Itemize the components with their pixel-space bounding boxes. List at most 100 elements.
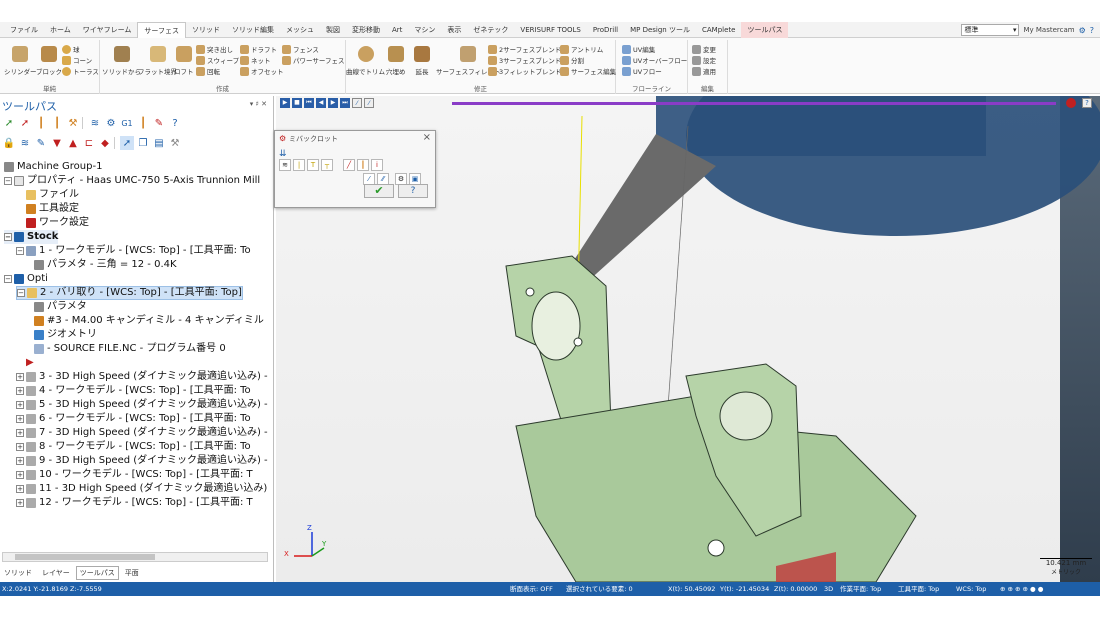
- uv-overflow-button[interactable]: UVオーバーフロー: [622, 55, 687, 65]
- close-icon[interactable]: ×: [423, 132, 431, 143]
- ribbon-tab[interactable]: ソリッド編集: [226, 22, 280, 38]
- x-coordinate[interactable]: X(t): 50.45092: [668, 582, 715, 596]
- collapse-toggle[interactable]: −: [4, 177, 12, 185]
- sphere-button[interactable]: 球: [62, 44, 80, 54]
- tree-op-11[interactable]: + 11 - 3D High Speed (ダイナミック最適追い込み) -: [16, 482, 270, 496]
- g1-icon[interactable]: G1: [120, 116, 134, 130]
- tree-machine-group[interactable]: Machine Group-1: [4, 160, 102, 174]
- tree-op-5[interactable]: + 5 - 3D High Speed (ダイナミック最適追い込み) -: [16, 398, 268, 412]
- tree-op-9[interactable]: + 9 - 3D High Speed (ダイナミック最適追い込み) -: [16, 454, 268, 468]
- dialog-help-button[interactable]: ?: [398, 184, 428, 198]
- z-coordinate[interactable]: Z(t): 0.00000: [774, 582, 817, 596]
- help-toolbar-icon[interactable]: ?: [168, 116, 182, 130]
- uv-edit-button[interactable]: UV編集: [622, 44, 655, 54]
- three-fillet-blend-button[interactable]: 3フィレットブレンド: [488, 66, 562, 76]
- expand-toggle[interactable]: +: [16, 499, 24, 507]
- backplot-progress-bar[interactable]: [452, 102, 1056, 105]
- select-tool-icon[interactable]: ┃: [34, 116, 48, 130]
- ribbon-tab[interactable]: ソリッド: [186, 22, 226, 38]
- collapse-toggle[interactable]: −: [4, 275, 12, 283]
- loft-button[interactable]: ロフト: [174, 46, 194, 76]
- show-selected-icon[interactable]: ➚: [120, 136, 134, 150]
- verify-icon[interactable]: ⚙: [104, 116, 118, 130]
- stop-icon[interactable]: ■: [292, 98, 302, 108]
- uv-flow-button[interactable]: UVフロー: [622, 66, 662, 76]
- ribbon-tab[interactable]: メッシュ: [280, 22, 320, 38]
- panel-bottom-tab[interactable]: 平面: [121, 566, 143, 580]
- expand-toggle[interactable]: +: [16, 443, 24, 451]
- ribbon-tab[interactable]: ゼネテック: [467, 22, 514, 38]
- tree-op-6[interactable]: + 6 - ワークモデル - [WCS: Top] - [工具平面: To: [16, 412, 251, 426]
- tree-files[interactable]: ファイル: [26, 188, 79, 202]
- insert-arrow-icon[interactable]: ⊏: [82, 136, 96, 150]
- display-mode-2-icon[interactable]: ⁄: [364, 98, 374, 108]
- tree-stock-group[interactable]: − Stock: [4, 230, 59, 244]
- ribbon-tab[interactable]: サーフェス: [137, 22, 186, 38]
- extend-button[interactable]: 延長: [414, 46, 430, 76]
- tree-work-settings[interactable]: ワーク設定: [26, 216, 89, 230]
- cplane[interactable]: 作業平面: Top: [840, 582, 881, 596]
- two-surface-blend-button[interactable]: 2サーフェスブレンド: [488, 44, 561, 54]
- step-back-icon[interactable]: ◀: [316, 98, 326, 108]
- change-button[interactable]: 変更: [692, 44, 716, 54]
- cylinder-button[interactable]: シリンダー: [4, 46, 37, 76]
- show-only-icon[interactable]: ❐: [136, 136, 150, 150]
- fill-holes-button[interactable]: 穴埋め: [386, 46, 406, 76]
- torus-button[interactable]: トーラス: [62, 66, 99, 76]
- post-icon[interactable]: ┃: [136, 116, 150, 130]
- collapse-toggle[interactable]: −: [16, 247, 24, 255]
- cone-button[interactable]: コーン: [62, 55, 92, 65]
- show-rapid-icon[interactable]: ┬: [321, 159, 333, 171]
- expand-toggle[interactable]: +: [16, 387, 24, 395]
- regen-icon[interactable]: ⚒: [66, 116, 80, 130]
- collapse-toggle[interactable]: −: [4, 233, 12, 241]
- show-tool-icon[interactable]: |: [293, 159, 305, 171]
- tree-tool-settings[interactable]: 工具設定: [26, 202, 79, 216]
- expand-toggle[interactable]: +: [16, 429, 24, 437]
- ribbon-tab[interactable]: ワイヤフレーム: [77, 22, 138, 38]
- ribbon-tab[interactable]: Art: [386, 22, 408, 38]
- expand-toggle[interactable]: +: [16, 471, 24, 479]
- show-path-icon[interactable]: ≋: [279, 159, 291, 171]
- tree-properties[interactable]: − プロパティ - Haas UMC-750 5-Axis Trunnion M…: [4, 174, 260, 188]
- panel-bottom-tab[interactable]: ツールパス: [75, 566, 119, 580]
- expand-dialog-icon[interactable]: ⇊: [279, 149, 287, 159]
- tree-op-4[interactable]: + 4 - ワークモデル - [WCS: Top] - [工具平面: To: [16, 384, 251, 398]
- play-icon[interactable]: ▶: [280, 98, 290, 108]
- tree-op-2-tool[interactable]: #3 - M4.00 キャンディミル - 4 キャンディミル: [34, 314, 264, 328]
- tree-op-2-source[interactable]: - SOURCE FILE.NC - プログラム番号 0: [34, 342, 226, 356]
- expand-toggle[interactable]: +: [16, 401, 24, 409]
- tree-op-2-params[interactable]: パラメタ: [34, 300, 87, 314]
- ribbon-tab[interactable]: VERISURF TOOLS: [514, 22, 586, 38]
- apply-button[interactable]: 適用: [692, 66, 716, 76]
- view-options-icon[interactable]: ▤: [152, 136, 166, 150]
- backplot-icon[interactable]: ≋: [88, 116, 102, 130]
- move-down-icon[interactable]: ▼: [50, 136, 64, 150]
- edit-icon[interactable]: ✎: [152, 116, 166, 130]
- toggle-display-icon[interactable]: ≋: [18, 136, 32, 150]
- settings-icon[interactable]: ⚙: [1079, 26, 1086, 35]
- collapse-toggle[interactable]: −: [17, 289, 25, 297]
- tree-op-2[interactable]: − 2 - バリ取り - [WCS: Top] - [工具平面: Top]: [16, 286, 243, 300]
- scrollbar-thumb[interactable]: [15, 554, 155, 560]
- ribbon-tab[interactable]: CAMplete: [696, 22, 741, 38]
- power-surface-button[interactable]: パワーサーフェス: [282, 55, 344, 65]
- show-endpoints-icon[interactable]: ╱: [343, 159, 355, 171]
- ribbon-tab[interactable]: ファイル: [4, 22, 44, 38]
- settings-button[interactable]: 設定: [692, 55, 716, 65]
- panel-window-controls[interactable]: ▾ ♯ ✕: [250, 100, 267, 108]
- ribbon-tab[interactable]: 変形移動: [346, 22, 386, 38]
- split-button[interactable]: 分割: [560, 55, 584, 65]
- trim-to-curve-button[interactable]: 曲線でトリム: [346, 46, 385, 76]
- view-buttons[interactable]: ⊕ ⊕ ⊕ ⊕ ● ●: [1000, 582, 1043, 596]
- surface-repair-button[interactable]: サーフェス編集: [560, 66, 616, 76]
- step-forward-icon[interactable]: ▶: [328, 98, 338, 108]
- ribbon-tab[interactable]: ツールパス: [741, 22, 789, 38]
- untrim-button[interactable]: アントリム: [560, 44, 603, 54]
- toggle-post-icon[interactable]: ✎: [34, 136, 48, 150]
- panel-bottom-tab[interactable]: レイヤー: [38, 566, 74, 580]
- expand-toggle[interactable]: +: [16, 485, 24, 493]
- ribbon-tab[interactable]: MP Design ツール: [624, 22, 696, 38]
- quick-verify-icon[interactable]: ┃: [357, 159, 369, 171]
- insert-arrow-marker[interactable]: ▶: [26, 356, 34, 370]
